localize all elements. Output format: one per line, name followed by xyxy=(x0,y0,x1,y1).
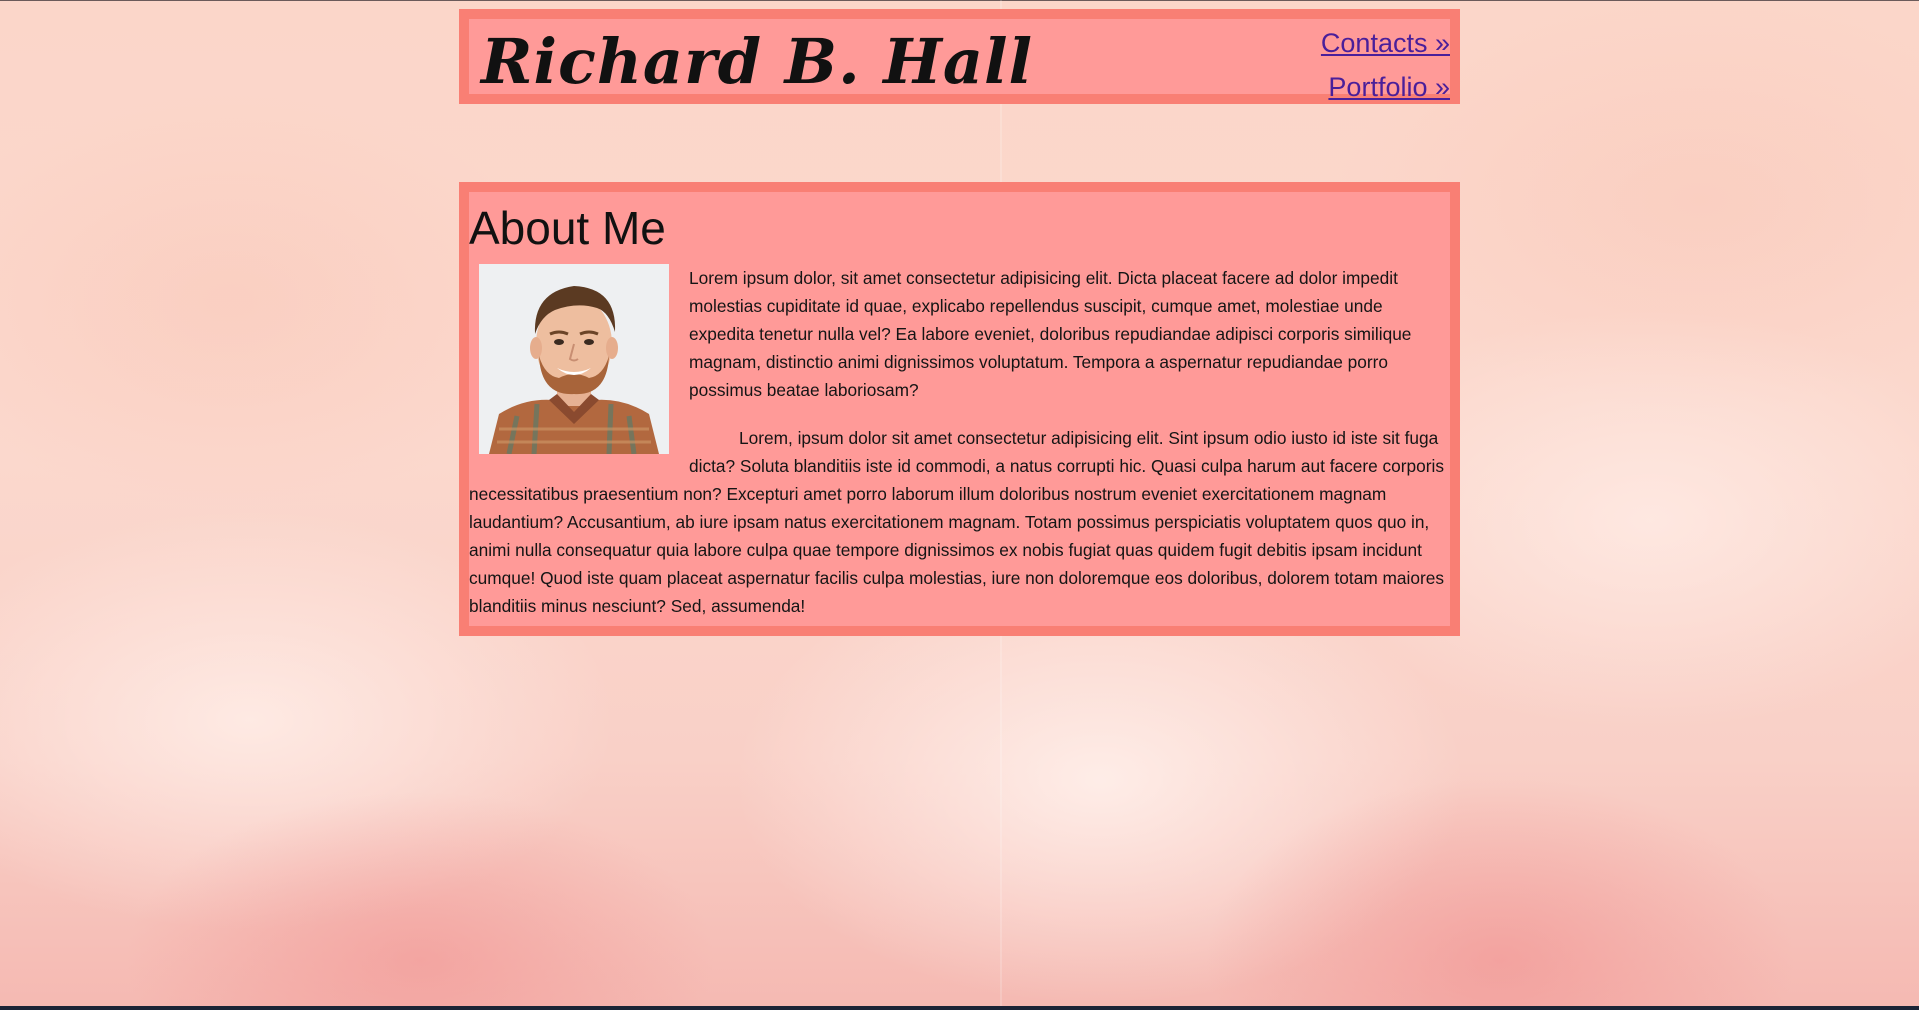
site-header: Richard B. Hall Contacts » Portfolio » xyxy=(459,9,1460,104)
nav-link-portfolio[interactable]: Portfolio » xyxy=(1321,65,1450,109)
window-top-border xyxy=(0,0,1919,1)
about-body: Lorem ipsum dolor, sit amet consectetur … xyxy=(469,264,1450,640)
profile-photo xyxy=(479,264,669,454)
nav-link-contacts[interactable]: Contacts » xyxy=(1321,21,1450,65)
taskbar-strip xyxy=(0,1006,1919,1010)
site-title: Richard B. Hall xyxy=(481,25,1034,98)
about-section: About Me Lorem ipsum dolor, sit amet con… xyxy=(459,182,1460,636)
site-nav: Contacts » Portfolio » xyxy=(1321,21,1450,109)
about-heading: About Me xyxy=(469,202,666,254)
